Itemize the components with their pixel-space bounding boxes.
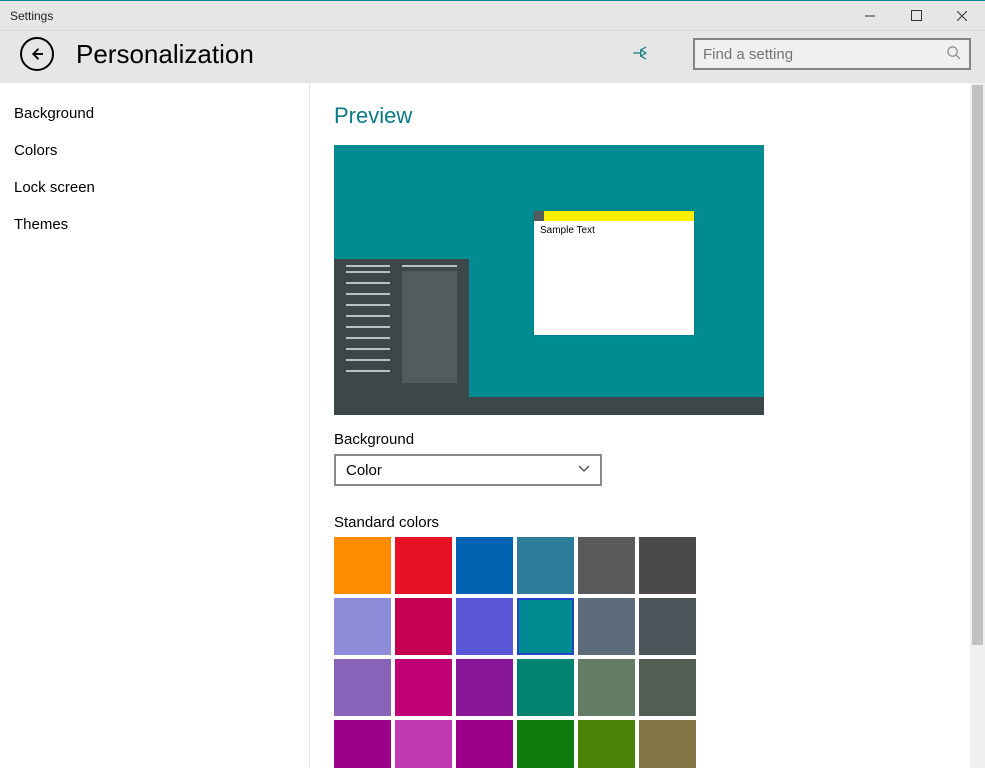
color-swatch[interactable] — [334, 537, 391, 594]
color-swatch[interactable] — [334, 598, 391, 655]
pin-icon[interactable] — [631, 44, 671, 65]
color-swatch[interactable] — [517, 659, 574, 716]
page-title: Personalization — [76, 39, 254, 70]
color-swatch[interactable] — [334, 659, 391, 716]
search-input[interactable] — [703, 46, 946, 63]
color-swatch[interactable] — [395, 659, 452, 716]
scrollbar[interactable] — [970, 83, 985, 768]
color-swatch[interactable] — [578, 598, 635, 655]
search-icon — [946, 45, 961, 63]
preview-window-titlebar — [534, 211, 694, 221]
preview-sample-text: Sample Text — [534, 221, 694, 240]
color-swatch[interactable] — [456, 537, 513, 594]
color-swatch[interactable] — [639, 598, 696, 655]
color-swatch[interactable] — [517, 598, 574, 655]
preview-heading: Preview — [334, 103, 985, 129]
color-swatch[interactable] — [578, 659, 635, 716]
background-dropdown-value: Color — [346, 462, 578, 479]
sidebar-item-label: Lock screen — [14, 179, 95, 196]
window-title: Settings — [10, 9, 53, 23]
sidebar-item-label: Colors — [14, 142, 57, 159]
color-swatch[interactable] — [395, 537, 452, 594]
sidebar-item-themes[interactable]: Themes — [0, 206, 309, 243]
color-swatch[interactable] — [456, 720, 513, 768]
color-swatch[interactable] — [395, 598, 452, 655]
content: Preview Sample Text — [310, 83, 985, 768]
color-swatch[interactable] — [456, 598, 513, 655]
search-box[interactable] — [693, 38, 971, 70]
preview-sample-window: Sample Text — [534, 211, 694, 335]
color-swatch[interactable] — [517, 720, 574, 768]
color-swatch[interactable] — [334, 720, 391, 768]
preview-window-menu-icon — [534, 211, 544, 221]
scrollbar-thumb[interactable] — [972, 85, 983, 645]
titlebar: Settings — [0, 1, 985, 31]
color-swatch[interactable] — [639, 659, 696, 716]
background-label: Background — [334, 431, 985, 448]
background-dropdown[interactable]: Color — [334, 454, 602, 486]
back-button[interactable] — [20, 37, 54, 71]
color-swatch[interactable] — [578, 537, 635, 594]
sidebar-item-label: Themes — [14, 216, 68, 233]
preview-taskbar — [334, 397, 764, 415]
preview-start-menu — [334, 259, 469, 397]
color-swatch[interactable] — [639, 537, 696, 594]
header: Personalization — [0, 31, 985, 83]
sidebar-item-lock-screen[interactable]: Lock screen — [0, 169, 309, 206]
standard-colors-label: Standard colors — [334, 514, 985, 531]
sidebar-item-background[interactable]: Background — [0, 95, 309, 132]
sidebar: Background Colors Lock screen Themes — [0, 83, 310, 768]
maximize-button[interactable] — [893, 1, 939, 31]
color-swatch[interactable] — [395, 720, 452, 768]
color-grid — [334, 537, 985, 768]
preview-panel: Sample Text — [334, 145, 764, 415]
color-swatch[interactable] — [578, 720, 635, 768]
color-swatch[interactable] — [517, 537, 574, 594]
sidebar-item-label: Background — [14, 105, 94, 122]
color-swatch[interactable] — [456, 659, 513, 716]
chevron-down-icon — [578, 462, 590, 478]
close-button[interactable] — [939, 1, 985, 31]
color-swatch[interactable] — [639, 720, 696, 768]
minimize-button[interactable] — [847, 1, 893, 31]
sidebar-item-colors[interactable]: Colors — [0, 132, 309, 169]
